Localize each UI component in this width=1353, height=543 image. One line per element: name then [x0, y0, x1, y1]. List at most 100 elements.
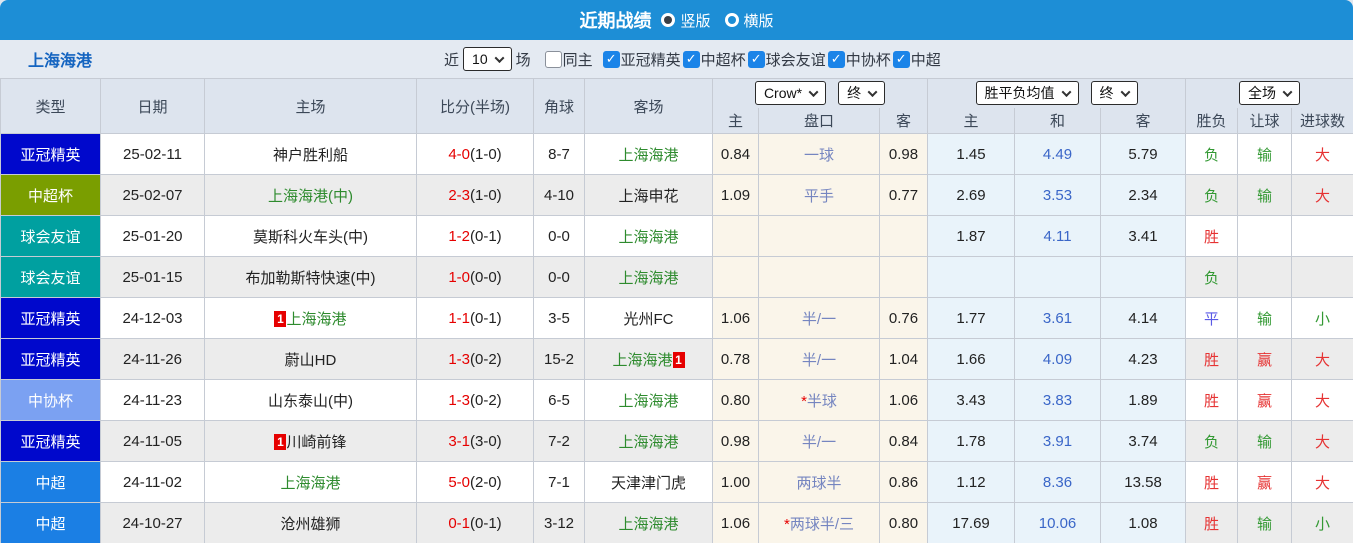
- match-date: 24-11-23: [100, 379, 205, 421]
- home-odds: 1.06: [712, 502, 759, 543]
- checkbox-icon[interactable]: ✓: [892, 50, 910, 68]
- corner-score: 0-0: [533, 215, 585, 257]
- chevron-down-icon: [867, 86, 878, 97]
- checkbox-icon[interactable]: ✓: [682, 50, 700, 68]
- avg-select[interactable]: 胜平负均值: [975, 81, 1079, 106]
- away-odds: [878, 215, 929, 257]
- avg-draw: [1014, 256, 1102, 298]
- radio-icon[interactable]: [724, 13, 739, 27]
- home-odds: 0.80: [712, 379, 759, 421]
- match-date: 24-11-26: [100, 338, 205, 380]
- handicap-name: 平手: [803, 187, 834, 205]
- team-name-text: 上海海港: [618, 228, 679, 246]
- avg-value: 胜平负均值: [984, 85, 1055, 102]
- checkbox-icon[interactable]: ✓: [747, 50, 765, 68]
- team-name-text: 上海海港: [618, 146, 679, 164]
- avg-home: [927, 256, 1016, 298]
- team-name-text: 布加勒斯特快速(中): [245, 269, 376, 287]
- result-handicap: 输: [1237, 297, 1293, 339]
- competition-badge: 中协杯: [0, 379, 101, 421]
- competition-badge: 中超: [0, 461, 101, 503]
- avg-draw: 3.91: [1014, 420, 1102, 462]
- recent-count-select[interactable]: 10: [463, 47, 512, 71]
- avg-home: 1.45: [927, 133, 1016, 175]
- score-half: (1-0): [470, 186, 502, 204]
- away-team: 上海海港: [584, 502, 713, 543]
- avg-draw: 4.09: [1014, 338, 1102, 380]
- result-goals: 大: [1291, 338, 1353, 380]
- avg-stage-select[interactable]: 终: [1090, 81, 1138, 106]
- avg-away: 5.79: [1100, 133, 1187, 175]
- result-goals: 大: [1291, 379, 1353, 421]
- result-goals: 小: [1291, 297, 1353, 339]
- team-name-text: 上海海港(中): [268, 187, 353, 205]
- filter-checkbox-item[interactable]: ✓ 球会友谊: [747, 49, 826, 70]
- filter-checkbox-item[interactable]: ✓ 中协杯: [827, 49, 891, 70]
- bookmaker-select[interactable]: Crow*: [754, 81, 827, 106]
- filter-checkbox-item[interactable]: 同主: [544, 49, 593, 70]
- score-full: 1-3: [448, 350, 470, 368]
- competition-badge: 亚冠精英: [0, 133, 101, 175]
- corner-score: 15-2: [533, 338, 585, 380]
- filter-checkbox-item[interactable]: ✓ 中超杯: [682, 49, 746, 70]
- table-row: 亚冠精英 24-11-05 1 川崎前锋 3-1(3-0) 7-2 上海海港 0.…: [0, 420, 1353, 462]
- checkbox-icon[interactable]: ✓: [827, 50, 845, 68]
- bookmaker-stage-select[interactable]: 终: [838, 81, 886, 106]
- scope-select-cell: 全场: [1185, 78, 1353, 108]
- result-handicap: 输: [1237, 174, 1293, 216]
- handicap-name: 一球: [803, 146, 834, 164]
- handicap: [758, 215, 880, 257]
- competition-badge: 亚冠精英: [0, 338, 101, 380]
- result-wdl: 负: [1185, 174, 1239, 216]
- layout-radio-item[interactable]: 竖版: [661, 10, 711, 31]
- unit-label: 场: [515, 51, 531, 69]
- score-half: (0-2): [470, 350, 502, 368]
- away-odds: 0.80: [878, 502, 929, 543]
- scope-select[interactable]: 全场: [1239, 81, 1301, 106]
- layout-radio-item[interactable]: 横版: [724, 10, 774, 31]
- results-tbody: 亚冠精英 25-02-11 神户胜利船 4-0(1-0) 8-7 上海海港 0.…: [0, 133, 1353, 543]
- team-name-text: 川崎前锋: [286, 433, 347, 451]
- team-name-text: 光州FC: [623, 310, 674, 328]
- score-cell: 0-1(0-1): [416, 502, 534, 543]
- col-header-let-goal: 让球: [1237, 107, 1293, 134]
- score-full: 4-0: [448, 145, 470, 163]
- score-half: (3-0): [470, 432, 502, 450]
- table-row: 中超 24-11-02 上海海港 5-0(2-0) 7-1 天津津门虎 1.00…: [0, 461, 1353, 503]
- corner-score: 8-7: [533, 133, 585, 175]
- avg-home: 17.69: [927, 502, 1016, 543]
- score-cell: 1-0(0-0): [416, 256, 534, 298]
- competition-badge: 球会友谊: [0, 215, 101, 257]
- chevron-down-icon: [1061, 86, 1071, 97]
- checkbox-label: 同主: [562, 51, 593, 69]
- match-date: 24-12-03: [100, 297, 205, 339]
- team-name-text: 神户胜利船: [272, 146, 348, 164]
- avg-away: 3.41: [1100, 215, 1187, 257]
- scope-value: 全场: [1248, 85, 1277, 102]
- col-header-goals: 进球数: [1291, 107, 1353, 134]
- team-name-text: 山东泰山(中): [268, 392, 353, 410]
- score-half: (2-0): [470, 473, 502, 491]
- result-wdl: 胜: [1185, 502, 1239, 543]
- radio-label: 横版: [743, 12, 774, 30]
- away-team: 上海海港 1: [584, 338, 713, 380]
- col-header-type: 类型: [0, 78, 101, 134]
- filter-checkbox-item[interactable]: ✓ 中超: [892, 49, 941, 70]
- away-team: 上海海港: [584, 379, 713, 421]
- handicap: 半/一: [758, 297, 880, 339]
- result-handicap: [1237, 215, 1293, 257]
- team-name-text: 上海申花: [618, 187, 679, 205]
- checkbox-icon[interactable]: [544, 50, 562, 68]
- handicap-name: 两球半/三: [789, 515, 854, 533]
- red-card-badge: 1: [274, 310, 287, 327]
- checkbox-icon[interactable]: ✓: [602, 50, 620, 68]
- result-wdl: 负: [1185, 133, 1239, 175]
- away-team: 上海海港: [584, 133, 713, 175]
- score-cell: 1-1(0-1): [416, 297, 534, 339]
- radio-icon[interactable]: [661, 13, 676, 27]
- result-goals: [1291, 215, 1353, 257]
- filter-checkbox-item[interactable]: ✓ 亚冠精英: [602, 49, 681, 70]
- result-wdl: 胜: [1185, 379, 1239, 421]
- col-header-handicap: 盘口: [758, 107, 880, 134]
- home-odds: [712, 215, 759, 257]
